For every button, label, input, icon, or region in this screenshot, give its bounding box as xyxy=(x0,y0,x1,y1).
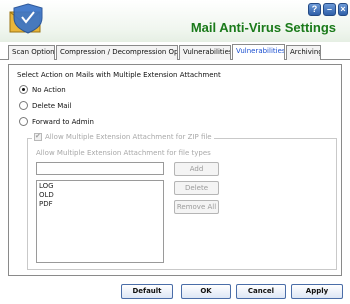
apply-button[interactable]: Apply xyxy=(291,284,343,299)
list-item[interactable]: LOG xyxy=(39,182,161,191)
option-label: Forward to Admin xyxy=(32,117,94,126)
zip-checkbox-row[interactable]: Allow Multiple Extension Attachment for … xyxy=(32,132,214,141)
mail-antivirus-logo-icon xyxy=(9,3,43,34)
section-label: Select Action on Mails with Multiple Ext… xyxy=(17,71,221,79)
vulnerabilities-2-panel: Select Action on Mails with Multiple Ext… xyxy=(8,64,342,276)
zip-attachment-group: Allow Multiple Extension Attachment for … xyxy=(27,132,337,270)
tab-compression-options[interactable]: Compression / Decompression Options xyxy=(56,45,178,60)
tab-vulnerabilities-1[interactable]: Vulnerabilities I xyxy=(179,45,231,60)
file-type-input[interactable] xyxy=(36,162,164,175)
add-button[interactable]: Add xyxy=(174,162,219,176)
list-item[interactable]: OLD xyxy=(39,191,161,200)
option-no-action[interactable]: No Action xyxy=(19,85,66,94)
cancel-button[interactable]: Cancel xyxy=(236,284,286,299)
file-types-label: Allow Multiple Extension Attachment for … xyxy=(36,149,211,157)
tab-archiving[interactable]: Archiving xyxy=(286,45,321,60)
radio-no-action[interactable] xyxy=(19,85,28,94)
option-label: No Action xyxy=(32,85,66,94)
tab-scan-options[interactable]: Scan Options xyxy=(8,45,55,60)
close-button[interactable]: × xyxy=(338,3,348,16)
minimize-button[interactable]: – xyxy=(323,3,336,16)
dialog-footer: Default OK Cancel Apply xyxy=(0,278,350,304)
remove-all-button[interactable]: Remove All xyxy=(174,200,219,214)
option-forward-admin[interactable]: Forward to Admin xyxy=(19,117,94,126)
tab-vulnerabilities-2[interactable]: Vulnerabilities II xyxy=(232,44,285,60)
help-button[interactable]: ? xyxy=(308,3,321,16)
option-delete-mail[interactable]: Delete Mail xyxy=(19,101,71,110)
file-type-list[interactable]: LOG OLD PDF xyxy=(36,180,164,263)
default-button[interactable]: Default xyxy=(121,284,173,299)
radio-forward-admin[interactable] xyxy=(19,117,28,126)
radio-delete-mail[interactable] xyxy=(19,101,28,110)
ok-button[interactable]: OK xyxy=(181,284,231,299)
allow-zip-label: Allow Multiple Extension Attachment for … xyxy=(45,133,212,141)
list-item[interactable]: PDF xyxy=(39,200,161,209)
tab-bar: Scan Options Compression / Decompression… xyxy=(0,44,350,60)
allow-zip-checkbox[interactable] xyxy=(34,132,42,141)
title-bar: ? – × Mail Anti-Virus Settings xyxy=(0,0,350,42)
window-title: Mail Anti-Virus Settings xyxy=(190,20,336,35)
delete-button[interactable]: Delete xyxy=(174,181,219,195)
option-label: Delete Mail xyxy=(32,101,72,110)
